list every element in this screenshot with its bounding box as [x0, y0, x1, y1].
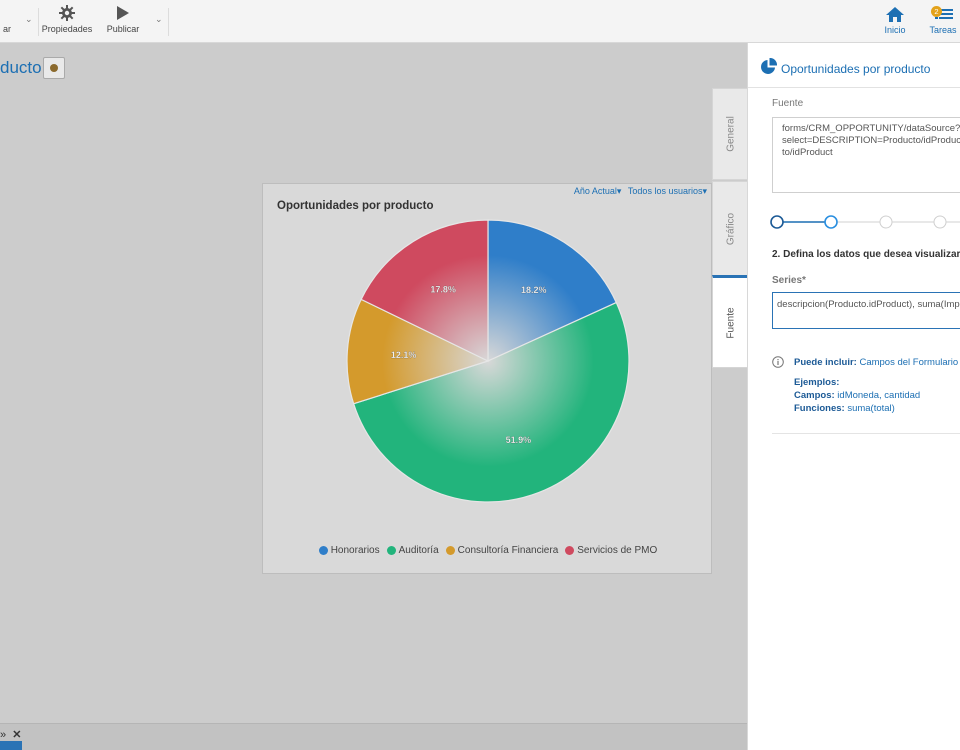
fields-value: idMoneda, cantidad	[837, 390, 921, 401]
publish-label: Publicar	[106, 24, 140, 34]
pie-data-label: 12.1%	[391, 350, 417, 360]
home-icon	[886, 7, 904, 22]
toolbar-partial-label: ar	[2, 24, 11, 34]
functions-line: Funciones: suma(total)	[794, 403, 895, 414]
source-label: Fuente	[772, 98, 804, 109]
legend-dot-icon	[386, 546, 396, 555]
properties-button[interactable]: Propiedades	[42, 0, 92, 42]
step-title: 2. Defina los datos que desea visualizar	[772, 249, 960, 260]
series-label: Series*	[772, 275, 806, 286]
step-2[interactable]	[824, 215, 838, 229]
examples-label: Ejemplos:	[794, 377, 840, 388]
legend-dot-icon	[318, 546, 328, 555]
toolbar-divider	[168, 8, 169, 36]
legend-item[interactable]: Servicios de PMO	[565, 545, 657, 556]
bottom-tab-bar: » ✕	[0, 723, 747, 750]
close-icon[interactable]: ✕	[12, 729, 21, 741]
help-text: Campos del Formulario y	[859, 357, 960, 368]
chevron-down-icon[interactable]: ⌄	[155, 14, 163, 25]
tab-fuente-label: Fuente	[725, 306, 736, 339]
page-title: ducto	[0, 58, 42, 77]
status-dot-icon	[50, 64, 58, 72]
tab-general[interactable]: General	[712, 88, 748, 180]
series-input[interactable]: descripcion(Producto.idProduct), suma(Im…	[772, 292, 960, 329]
step-4[interactable]	[933, 215, 947, 229]
legend-label: Honorarios	[330, 545, 380, 556]
stepper	[770, 215, 960, 229]
functions-value: suma(total)	[847, 403, 895, 414]
legend-dot-icon	[565, 546, 575, 555]
tasks-button[interactable]: 2 Tareas	[926, 0, 960, 42]
pie-chart: 18.2% 51.9% 12.1% 17.8%	[346, 219, 630, 503]
step-1[interactable]	[770, 215, 784, 229]
tasks-label: Tareas	[929, 25, 957, 35]
info-icon	[772, 356, 784, 368]
toolbar-item-partial[interactable]: ar	[0, 0, 14, 42]
pie-chart-icon	[761, 58, 777, 74]
legend-label: Servicios de PMO	[577, 545, 658, 556]
legend-label: Consultoría Financiera	[457, 545, 559, 556]
fields-line: Campos: idMoneda, cantidad	[794, 390, 920, 401]
tasks-icon-wrap: 2	[931, 6, 955, 23]
pie-data-label: 18.2%	[521, 285, 547, 295]
properties-label: Propiedades	[41, 24, 93, 34]
pie-data-label: 17.8%	[430, 284, 456, 294]
step-3[interactable]	[879, 215, 893, 229]
divider	[772, 433, 960, 434]
play-icon	[117, 6, 129, 20]
tasks-badge: 2	[931, 6, 942, 17]
chart-legend: Honorarios Auditoría Consultoría Financier…	[263, 545, 713, 556]
legend-item[interactable]: Consultoría Financiera	[445, 545, 559, 556]
tab-grafico[interactable]: Gráfico	[712, 181, 748, 276]
properties-panel: Oportunidades por producto Fuente forms/…	[747, 43, 960, 750]
bottom-tab[interactable]: » ✕	[0, 728, 21, 741]
help-prefix: Puede incluir:	[794, 357, 857, 368]
legend-label: Auditoría	[398, 545, 439, 556]
tab-general-label: General	[725, 116, 736, 152]
legend-item[interactable]: Auditoría	[386, 545, 439, 556]
home-button[interactable]: Inicio	[880, 0, 910, 42]
chevron-down-icon[interactable]: ⌄	[25, 14, 33, 25]
tab-grafico-label: Gráfico	[725, 212, 736, 245]
help-line: Puede incluir: Campos del Formulario y	[794, 357, 960, 368]
home-label: Inicio	[884, 25, 906, 35]
panel-title: Oportunidades por producto	[781, 62, 931, 76]
legend-item[interactable]: Honorarios	[318, 545, 380, 556]
tab-fuente[interactable]: Fuente	[712, 275, 748, 368]
publish-button[interactable]: Publicar	[105, 0, 141, 42]
panel-header: Oportunidades por producto	[748, 43, 960, 88]
toolbar: ar ⌄ Propiedades Publicar ⌄ Inicio 2 Tar…	[0, 0, 960, 43]
chevron-right-icon: »	[0, 729, 7, 741]
source-textarea[interactable]: forms/CRM_OPPORTUNITY/dataSource?select=…	[772, 117, 960, 193]
toolbar-divider	[38, 8, 39, 36]
fields-label: Campos:	[794, 390, 835, 401]
active-tab-indicator	[0, 741, 22, 750]
gear-icon	[59, 5, 75, 21]
examples-line: Ejemplos:	[794, 377, 839, 388]
legend-dot-icon	[445, 546, 455, 555]
chart-widget[interactable]: Año Actual▾ Todos los usuarios▾ Oportuni…	[262, 183, 712, 574]
pie-data-label: 51.9%	[506, 435, 532, 445]
status-button[interactable]	[43, 57, 65, 79]
functions-label: Funciones:	[794, 403, 845, 414]
